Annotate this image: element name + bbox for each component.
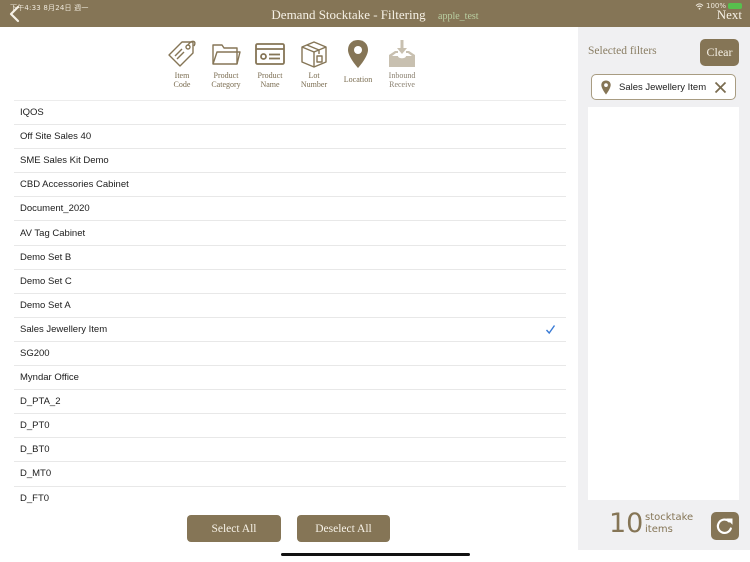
list-item-label: D_FT0 <box>20 493 50 505</box>
list-item-label: Myndar Office <box>20 372 79 384</box>
list-item-label: Demo Set B <box>20 251 72 263</box>
list-item[interactable]: SG200 <box>14 342 566 367</box>
list-item[interactable]: Demo Set C <box>14 270 566 294</box>
clear-button[interactable]: Clear <box>700 39 739 66</box>
list-item-label: Off Site Sales 40 <box>20 131 92 143</box>
filter-chip-label: Sales Jewellery Item <box>619 81 707 93</box>
count-label-line1: stocktake <box>645 512 694 523</box>
list-item[interactable]: Demo Set A <box>14 294 566 318</box>
selected-filters-panel <box>588 107 739 500</box>
inbox-download-icon <box>389 40 415 67</box>
tab-label: Lot Number <box>300 71 328 89</box>
remove-filter-icon[interactable] <box>714 81 727 94</box>
filter-category-tabs: Item Code Product Category Product Name <box>160 38 424 89</box>
tab-item-code[interactable]: Item Code <box>160 38 204 89</box>
filter-chip: Sales Jewellery Item <box>591 74 736 100</box>
tab-location[interactable]: Location <box>336 38 380 89</box>
tab-label: Inbound Receive <box>388 71 416 89</box>
list-item[interactable]: IQOS <box>14 101 566 126</box>
list-item-label: D_MT0 <box>20 468 52 480</box>
folder-icon <box>212 44 241 65</box>
tab-label: Product Category <box>211 71 241 89</box>
list-item-label: SME Sales Kit Demo <box>20 155 109 167</box>
list-item-label: SG200 <box>20 347 50 359</box>
page-title: Demand Stocktake - Filtering <box>271 7 426 22</box>
tab-product-category[interactable]: Product Category <box>204 38 248 89</box>
list-item[interactable]: SME Sales Kit Demo <box>14 149 566 174</box>
list-item[interactable]: D_BT0 <box>14 438 566 463</box>
tab-label: Location <box>343 75 373 84</box>
list-item[interactable]: Sales Jewellery Item <box>14 318 566 342</box>
home-indicator <box>281 553 470 556</box>
tab-label: Product Name <box>257 71 283 89</box>
list-item-label: Sales Jewellery Item <box>20 323 108 335</box>
tag-icon <box>168 40 196 67</box>
refresh-button[interactable] <box>711 512 739 540</box>
list-item[interactable]: CBD Accessories Cabinet <box>14 173 566 198</box>
list-item-label: Document_2020 <box>20 203 90 215</box>
list-item[interactable]: AV Tag Cabinet <box>14 221 566 246</box>
user-name: apple_test <box>438 11 479 22</box>
list-item[interactable]: Off Site Sales 40 <box>14 125 566 150</box>
selected-filters-title: Selected filters <box>588 45 657 57</box>
tab-lot-number[interactable]: Lot Number <box>292 38 336 89</box>
list-item-label: AV Tag Cabinet <box>20 227 86 239</box>
title-wrap: Demand Stocktake - Filtering apple_test <box>0 6 750 24</box>
next-button[interactable]: Next <box>717 7 742 23</box>
list-item[interactable]: D_PT0 <box>14 414 566 439</box>
navigation-bar: 下午4:33 8月24日 週一 Demand Stocktake - Filte… <box>0 0 750 27</box>
checkmark-icon <box>545 324 556 334</box>
list-item[interactable]: D_MT0 <box>14 462 566 487</box>
count-label-line2: items <box>645 524 673 535</box>
deselect-all-button[interactable]: Deselect All <box>297 515 390 542</box>
select-all-button[interactable]: Select All <box>187 515 281 542</box>
wifi-icon <box>695 2 704 10</box>
list-item-label: IQOS <box>20 107 44 119</box>
list-item-label: D_PT0 <box>20 420 50 432</box>
list-item[interactable]: Myndar Office <box>14 366 566 391</box>
tab-inbound-receive[interactable]: Inbound Receive <box>380 38 424 89</box>
map-pin-icon <box>601 79 611 95</box>
list-item[interactable]: Document_2020 <box>14 197 566 222</box>
list-item[interactable]: D_FT0 <box>14 487 566 511</box>
list-item-label: D_BT0 <box>20 444 50 456</box>
location-list: IQOS Off Site Sales 40 SME Sales Kit Demo C… <box>14 100 566 511</box>
id-card-icon <box>255 43 285 65</box>
list-item-label: D_PTA_2 <box>20 396 61 408</box>
list-item-label: Demo Set C <box>20 275 72 287</box>
tab-label: Item Code <box>173 71 191 89</box>
list-item[interactable]: Demo Set B <box>14 246 566 270</box>
selected-filters-sidebar: Selected filters Clear Sales Jewellery I… <box>578 27 750 550</box>
stocktake-count-label: stocktake items <box>645 512 693 536</box>
refresh-icon <box>716 518 733 534</box>
list-item-label: CBD Accessories Cabinet <box>20 179 129 191</box>
list-item[interactable]: D_PTA_2 <box>14 390 566 415</box>
map-pin-icon <box>348 40 368 68</box>
tab-product-name[interactable]: Product Name <box>248 38 292 89</box>
stocktake-count: 10 <box>609 508 644 539</box>
box-icon <box>301 41 327 68</box>
list-item-label: Demo Set A <box>20 299 71 311</box>
